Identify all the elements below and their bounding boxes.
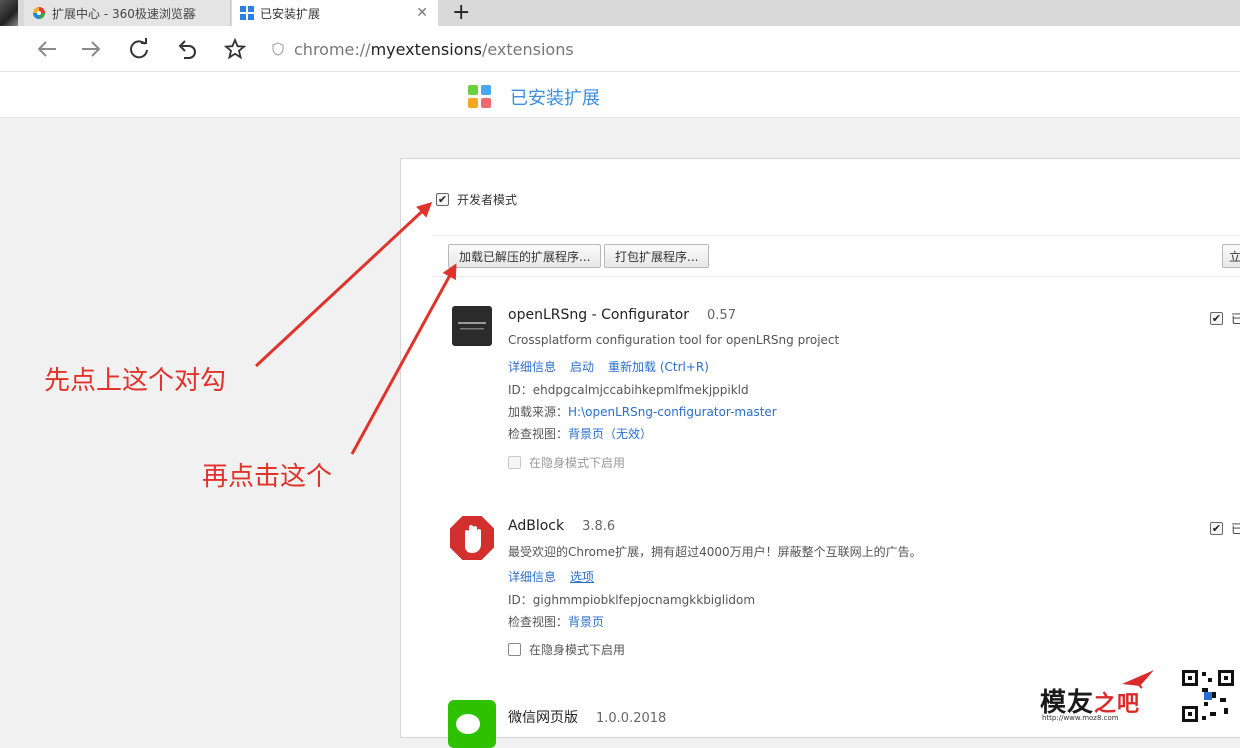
page-title-group: 已安装扩展 bbox=[468, 84, 600, 110]
bookmark-button[interactable] bbox=[222, 36, 248, 62]
extension-version: 3.8.6 bbox=[582, 519, 616, 534]
extension-id-row: ID：ehdpgcalmjccabihkepmlfmekjppikld bbox=[508, 381, 749, 398]
background-page-link[interactable]: 背景页 bbox=[568, 615, 604, 629]
extension-version: 0.57 bbox=[707, 308, 736, 323]
developer-mode-checkbox[interactable]: ✔ bbox=[436, 193, 449, 206]
id-label: ID： bbox=[508, 593, 533, 607]
tab-extension-center[interactable]: 扩展中心 - 360极速浏览器 bbox=[24, 0, 231, 26]
extension-source-row: 加载来源：H:\openLRSng-configurator-master bbox=[508, 403, 777, 420]
divider bbox=[432, 276, 1240, 277]
load-unpacked-button[interactable]: 加载已解压的扩展程序... bbox=[448, 244, 602, 268]
extension-title: 微信网页版 bbox=[508, 710, 578, 726]
extension-version: 1.0.0.2018 bbox=[596, 711, 667, 726]
enable-checkbox[interactable]: ✔ bbox=[1210, 312, 1223, 325]
page-header: 已安装扩展 bbox=[0, 72, 1240, 118]
extension-id: gighmmpiobklfepjocnamgkkbiglidom bbox=[532, 593, 756, 607]
tab-title: 扩展中心 - 360极速浏览器 bbox=[52, 6, 195, 21]
close-tab-icon[interactable]: × bbox=[186, 5, 198, 21]
undo-close-button[interactable] bbox=[174, 36, 200, 62]
enable-label: 已 bbox=[1231, 312, 1240, 326]
inspect-label: 检查视图： bbox=[508, 615, 569, 629]
reload-icon bbox=[130, 38, 148, 59]
new-tab-button[interactable]: + bbox=[452, 1, 470, 25]
address-scheme: chrome:// bbox=[294, 39, 371, 59]
incognito-label: 在隐身模式下启用 bbox=[529, 643, 626, 657]
undo-icon bbox=[178, 40, 196, 59]
details-link[interactable]: 详细信息 bbox=[508, 570, 556, 584]
incognito-checkbox[interactable] bbox=[508, 643, 521, 656]
arrow-right-icon bbox=[82, 41, 101, 57]
extension-links: 详细信息 选项 bbox=[508, 568, 608, 585]
tab-title: 已安装扩展 bbox=[260, 6, 321, 21]
extension-description: Crossplatform configuration tool for ope… bbox=[508, 333, 840, 347]
options-link[interactable]: 选项 bbox=[570, 570, 594, 584]
developer-mode-label: 开发者模式 bbox=[457, 193, 518, 207]
reload-link[interactable]: 重新加载 (Ctrl+R) bbox=[608, 360, 709, 374]
enable-toggle[interactable]: ✔ 已 bbox=[1210, 310, 1240, 327]
source-label: 加载来源： bbox=[508, 405, 569, 419]
adblock-stop-hand-icon bbox=[448, 514, 496, 562]
extension-inspect-row: 检查视图：背景页 bbox=[508, 613, 604, 630]
extension-id: ehdpgcalmjccabihkepmlfmekjppikld bbox=[532, 383, 749, 397]
incognito-label: 在隐身模式下启用 bbox=[529, 456, 626, 470]
enable-toggle[interactable]: ✔ 已 bbox=[1210, 520, 1240, 537]
pack-extension-button[interactable]: 打包扩展程序... bbox=[604, 244, 710, 268]
extension-inspect-row: 检查视图：背景页（无效） bbox=[508, 425, 652, 442]
annotation-first-step: 先点上这个对勾 bbox=[44, 366, 227, 396]
extension-links: 详细信息 启动 重新加载 (Ctrl+R) bbox=[508, 358, 723, 375]
extension-name: openLRSng - Configurator 0.57 bbox=[508, 307, 736, 323]
update-extensions-button[interactable]: 立 bbox=[1222, 244, 1240, 268]
tab-thumbnail[interactable] bbox=[0, 0, 18, 26]
source-path-link[interactable]: H:\openLRSng-configurator-master bbox=[568, 405, 777, 419]
incognito-toggle[interactable]: 在隐身模式下启用 bbox=[508, 641, 625, 658]
incognito-checkbox[interactable] bbox=[508, 456, 521, 469]
colorwheel-icon bbox=[33, 7, 45, 19]
wechat-icon bbox=[448, 700, 496, 748]
extensions-grid-icon bbox=[240, 6, 254, 20]
annotation-second-step: 再点击这个 bbox=[202, 462, 333, 492]
incognito-toggle[interactable]: 在隐身模式下启用 bbox=[508, 454, 625, 471]
enable-label: 已 bbox=[1231, 522, 1240, 536]
forward-button[interactable] bbox=[78, 36, 104, 62]
extension-name: AdBlock 3.8.6 bbox=[508, 518, 615, 534]
extension-name: 微信网页版 1.0.0.2018 bbox=[508, 707, 666, 727]
enable-checkbox[interactable]: ✔ bbox=[1210, 522, 1223, 535]
star-icon bbox=[224, 38, 246, 60]
watermark-url: http://www.moz8.com bbox=[1042, 714, 1119, 722]
close-tab-icon[interactable]: ✕ bbox=[416, 5, 428, 21]
details-link[interactable]: 详细信息 bbox=[508, 360, 556, 374]
watermark: 模友之吧 http://www.moz8.com bbox=[1036, 668, 1240, 726]
back-button[interactable] bbox=[34, 36, 60, 62]
arrow-left-icon bbox=[37, 41, 56, 57]
extensions-logo-icon bbox=[468, 85, 492, 109]
tab-installed-extensions[interactable]: 已安装扩展 ✕ bbox=[232, 0, 438, 26]
divider bbox=[432, 235, 1240, 236]
openlrsng-icon bbox=[452, 306, 492, 346]
page-title: 已安装扩展 bbox=[510, 88, 600, 109]
inspect-label: 检查视图： bbox=[508, 427, 569, 441]
extension-id-row: ID：gighmmpiobklfepjocnamgkkbiglidom bbox=[508, 591, 755, 608]
extension-description: 最受欢迎的Chrome扩展，拥有超过4000万用户！屏蔽整个互联网上的广告。 bbox=[508, 545, 922, 559]
tab-bar: 扩展中心 - 360极速浏览器 已安装扩展 ✕ × + bbox=[0, 0, 1240, 26]
extension-title: openLRSng - Configurator bbox=[508, 307, 690, 323]
launch-link[interactable]: 启动 bbox=[570, 360, 594, 374]
address-bar[interactable]: chrome://myextensions/extensions bbox=[262, 35, 1240, 63]
address-host: myextensions bbox=[370, 39, 482, 59]
reload-button[interactable] bbox=[126, 36, 152, 62]
developer-mode-toggle[interactable]: ✔ 开发者模式 bbox=[436, 191, 517, 208]
address-path: /extensions bbox=[481, 39, 574, 59]
extension-item: AdBlock 3.8.6 最受欢迎的Chrome扩展，拥有超过4000万用户！屏… bbox=[448, 514, 1240, 664]
extension-title: AdBlock bbox=[508, 518, 565, 534]
shield-icon bbox=[272, 42, 284, 56]
background-page-link[interactable]: 背景页（无效） bbox=[568, 427, 652, 441]
browser-toolbar: chrome://myextensions/extensions bbox=[0, 26, 1240, 72]
qr-code-icon bbox=[1180, 668, 1236, 724]
extension-item: openLRSng - Configurator 0.57 Crossplatfo… bbox=[448, 306, 1240, 476]
id-label: ID： bbox=[508, 383, 533, 397]
